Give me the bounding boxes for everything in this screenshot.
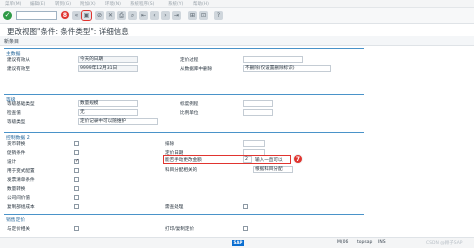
- valid-to-label: 建议有效至: [7, 67, 30, 72]
- pricing-procedure-field[interactable]: [243, 56, 303, 63]
- exclusion-field[interactable]: [243, 140, 265, 147]
- shortcut-icon[interactable]: ⊡: [199, 11, 208, 20]
- valid-from-field[interactable]: 今天的日期: [78, 56, 138, 63]
- control-label: 复制部组成本: [7, 205, 35, 210]
- check-value-field[interactable]: 无: [78, 109, 138, 116]
- control-checkbox[interactable]: [74, 158, 79, 164]
- manual-changes-code-field[interactable]: 2: [243, 156, 252, 163]
- scale-base-label: 等级基础类型: [7, 102, 35, 107]
- statistical-label: 需查处理: [165, 205, 184, 210]
- sap-logo: SAP: [232, 240, 244, 246]
- check-value-label: 检查值: [7, 111, 21, 116]
- scale-base-field[interactable]: 数量规模: [78, 100, 138, 107]
- unit-label: 比例单位: [180, 111, 199, 116]
- group-scales: 等级: [4, 94, 364, 124]
- scale-formula-field[interactable]: [243, 100, 273, 107]
- control-checkbox[interactable]: [74, 204, 79, 209]
- control-label: 数量转换: [7, 187, 26, 192]
- scale-type-field[interactable]: 定价记录中可以随维护: [78, 118, 158, 125]
- first-page-icon[interactable]: ⇤: [139, 11, 148, 20]
- menu-item[interactable]: 系统(Y): [168, 1, 183, 7]
- print-copy-pricing-checkbox[interactable]: [243, 226, 248, 231]
- session-indicator[interactable]: M(06: [337, 240, 348, 245]
- group-title: 主数据: [6, 52, 21, 57]
- cancel-icon[interactable]: ✕: [106, 11, 115, 20]
- unit-field[interactable]: [243, 109, 273, 116]
- control-label: 公司间价值: [7, 196, 30, 201]
- valid-to-field[interactable]: 9999年12月31日: [78, 65, 138, 72]
- title-bar: 更改视图"条件: 条件类型": 详细信息: [0, 24, 474, 36]
- exit-icon[interactable]: ⊘: [95, 11, 104, 20]
- display-change-icon[interactable]: ▣: [81, 10, 92, 21]
- menu-item[interactable]: 编辑(E): [30, 1, 45, 7]
- scale-type-label: 等级类型: [7, 120, 26, 125]
- menu-item[interactable]: 帮助(H): [193, 1, 209, 7]
- account-assignment-label: 科目分配相关的: [165, 168, 198, 173]
- control-checkbox[interactable]: [74, 177, 79, 182]
- menu-bar: 菜单(M) 编辑(E) 转到(G) 附加(X) 环境(N) 系统程序(S) 系统…: [0, 0, 474, 8]
- control-checkbox[interactable]: [74, 186, 79, 191]
- group-sales-pricing: 销售定价: [4, 214, 364, 236]
- control-label: 发票清单条件: [7, 178, 35, 183]
- step-badge-7: 7: [293, 154, 303, 164]
- next-page-icon[interactable]: ›: [161, 11, 170, 20]
- exclusion-label: 排除: [165, 142, 175, 147]
- prev-page-icon[interactable]: ‹: [150, 11, 159, 20]
- valid-from-label: 建议有效从: [7, 58, 30, 63]
- status-bar: SAP M(06 topsap INS CSDN @顾子SAP: [0, 237, 474, 248]
- account-assignment-field[interactable]: 根据科目分配: [253, 166, 293, 173]
- manual-changes-label: 能否手动更改金额: [165, 158, 202, 163]
- print-icon[interactable]: ⎙: [117, 11, 126, 20]
- print-copy-pricing-label: 打印/复制定价: [165, 227, 195, 232]
- group-title: 销售定价: [6, 218, 26, 223]
- back-icon[interactable]: «: [72, 11, 81, 20]
- application-toolbar: 新条目: [0, 36, 474, 46]
- menu-item[interactable]: 附加(X): [80, 1, 96, 7]
- control-checkbox[interactable]: [74, 195, 79, 200]
- menu-item[interactable]: 系统程序(S): [130, 1, 154, 7]
- menu-item[interactable]: 菜单(M): [5, 1, 21, 7]
- pricing-relevant-checkbox[interactable]: [74, 226, 79, 231]
- check-icon[interactable]: ✓: [3, 11, 12, 20]
- menu-item[interactable]: 环境(N): [105, 1, 121, 7]
- find-icon[interactable]: ⌕: [128, 11, 137, 20]
- control-label: 用于变式配置: [7, 169, 35, 174]
- new-entries-button[interactable]: 新条目: [4, 38, 19, 45]
- watermark: CSDN @顾子SAP: [426, 241, 463, 246]
- last-page-icon[interactable]: ⇥: [172, 11, 181, 20]
- command-field[interactable]: [16, 11, 57, 20]
- group-title: 控制数据 2: [6, 136, 30, 141]
- control-label: 货币转换: [7, 142, 26, 147]
- statistical-checkbox[interactable]: [243, 204, 248, 209]
- control-checkbox[interactable]: [74, 150, 79, 155]
- menu-item[interactable]: 转到(G): [55, 1, 71, 7]
- scale-formula-label: 标度例程: [180, 102, 199, 107]
- help-icon[interactable]: ?: [214, 11, 223, 20]
- manual-changes-text: 输入一直可以: [255, 158, 283, 163]
- pricing-relevant-label: 与定价相关: [7, 227, 30, 232]
- standard-toolbar: ✓ 8 « ▣ ⊘ ✕ ⎙ ⌕ ⇤ ‹ › ⇥ ⊞ ⊡ ?: [0, 8, 474, 24]
- control-label: 设计: [7, 160, 17, 165]
- control-checkbox[interactable]: [74, 141, 79, 146]
- delete-from-db-field[interactable]: 不删除(仅设置删除标识): [243, 65, 331, 72]
- delete-from-db-label: 从数据库中删除: [180, 67, 213, 72]
- new-session-icon[interactable]: ⊞: [188, 11, 197, 20]
- pricing-procedure-label: 定价过程: [180, 58, 199, 63]
- control-checkbox[interactable]: [74, 168, 79, 173]
- system-host: topsap: [357, 240, 373, 245]
- input-mode[interactable]: INS: [378, 240, 386, 245]
- control-label: 促销条件: [7, 151, 26, 156]
- step-badge-8: 8: [60, 10, 70, 20]
